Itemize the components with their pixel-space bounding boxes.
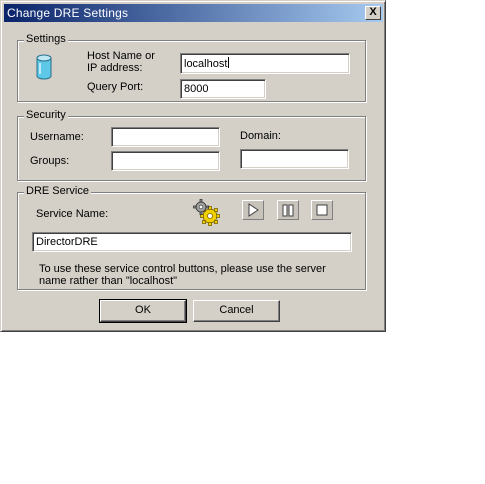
security-legend: Security (24, 109, 68, 121)
title-bar[interactable]: Change DRE Settings X (4, 4, 383, 22)
window-title: Change DRE Settings (7, 6, 129, 20)
groups-label: Groups: (30, 155, 70, 167)
dre-service-legend: DRE Service (24, 185, 91, 197)
text-caret (228, 57, 230, 68)
domain-field[interactable] (240, 149, 349, 169)
service-note-line2: name rather than "localhost" (39, 275, 178, 287)
username-label: Username: (30, 131, 84, 143)
cancel-button[interactable]: Cancel (193, 300, 280, 322)
services-gear-icon[interactable] (192, 198, 222, 226)
start-service-button[interactable] (242, 200, 264, 220)
database-icon (36, 54, 52, 80)
host-name-value: localhost (184, 58, 228, 70)
close-button[interactable]: X (365, 6, 381, 20)
host-name-label-line1: Host Name or (87, 50, 155, 62)
service-name-field[interactable]: DirectorDRE (32, 232, 352, 252)
ok-button-label: OK (135, 304, 151, 316)
pause-icon (282, 204, 294, 217)
domain-label: Domain: (240, 130, 281, 142)
stop-icon (316, 204, 328, 216)
change-dre-settings-dialog: Change DRE Settings X Settings Host Name… (0, 0, 386, 332)
service-note-line1: To use these service control buttons, pl… (39, 263, 326, 275)
cancel-button-label: Cancel (219, 304, 254, 316)
query-port-label: Query Port: (87, 81, 144, 93)
close-icon: X (369, 6, 377, 18)
settings-legend: Settings (24, 33, 68, 45)
ok-button[interactable]: OK (99, 299, 187, 323)
host-name-field[interactable]: localhost (180, 53, 350, 74)
host-name-label-line2: IP address: (87, 62, 143, 74)
stop-service-button[interactable] (311, 200, 333, 220)
query-port-field[interactable]: 8000 (180, 79, 266, 99)
service-name-value: DirectorDRE (36, 236, 98, 248)
groups-field[interactable] (111, 151, 220, 171)
play-icon (248, 203, 259, 217)
query-port-value: 8000 (184, 83, 209, 95)
username-field[interactable] (111, 127, 220, 147)
service-name-label: Service Name: (36, 208, 109, 220)
pause-service-button[interactable] (277, 200, 299, 220)
